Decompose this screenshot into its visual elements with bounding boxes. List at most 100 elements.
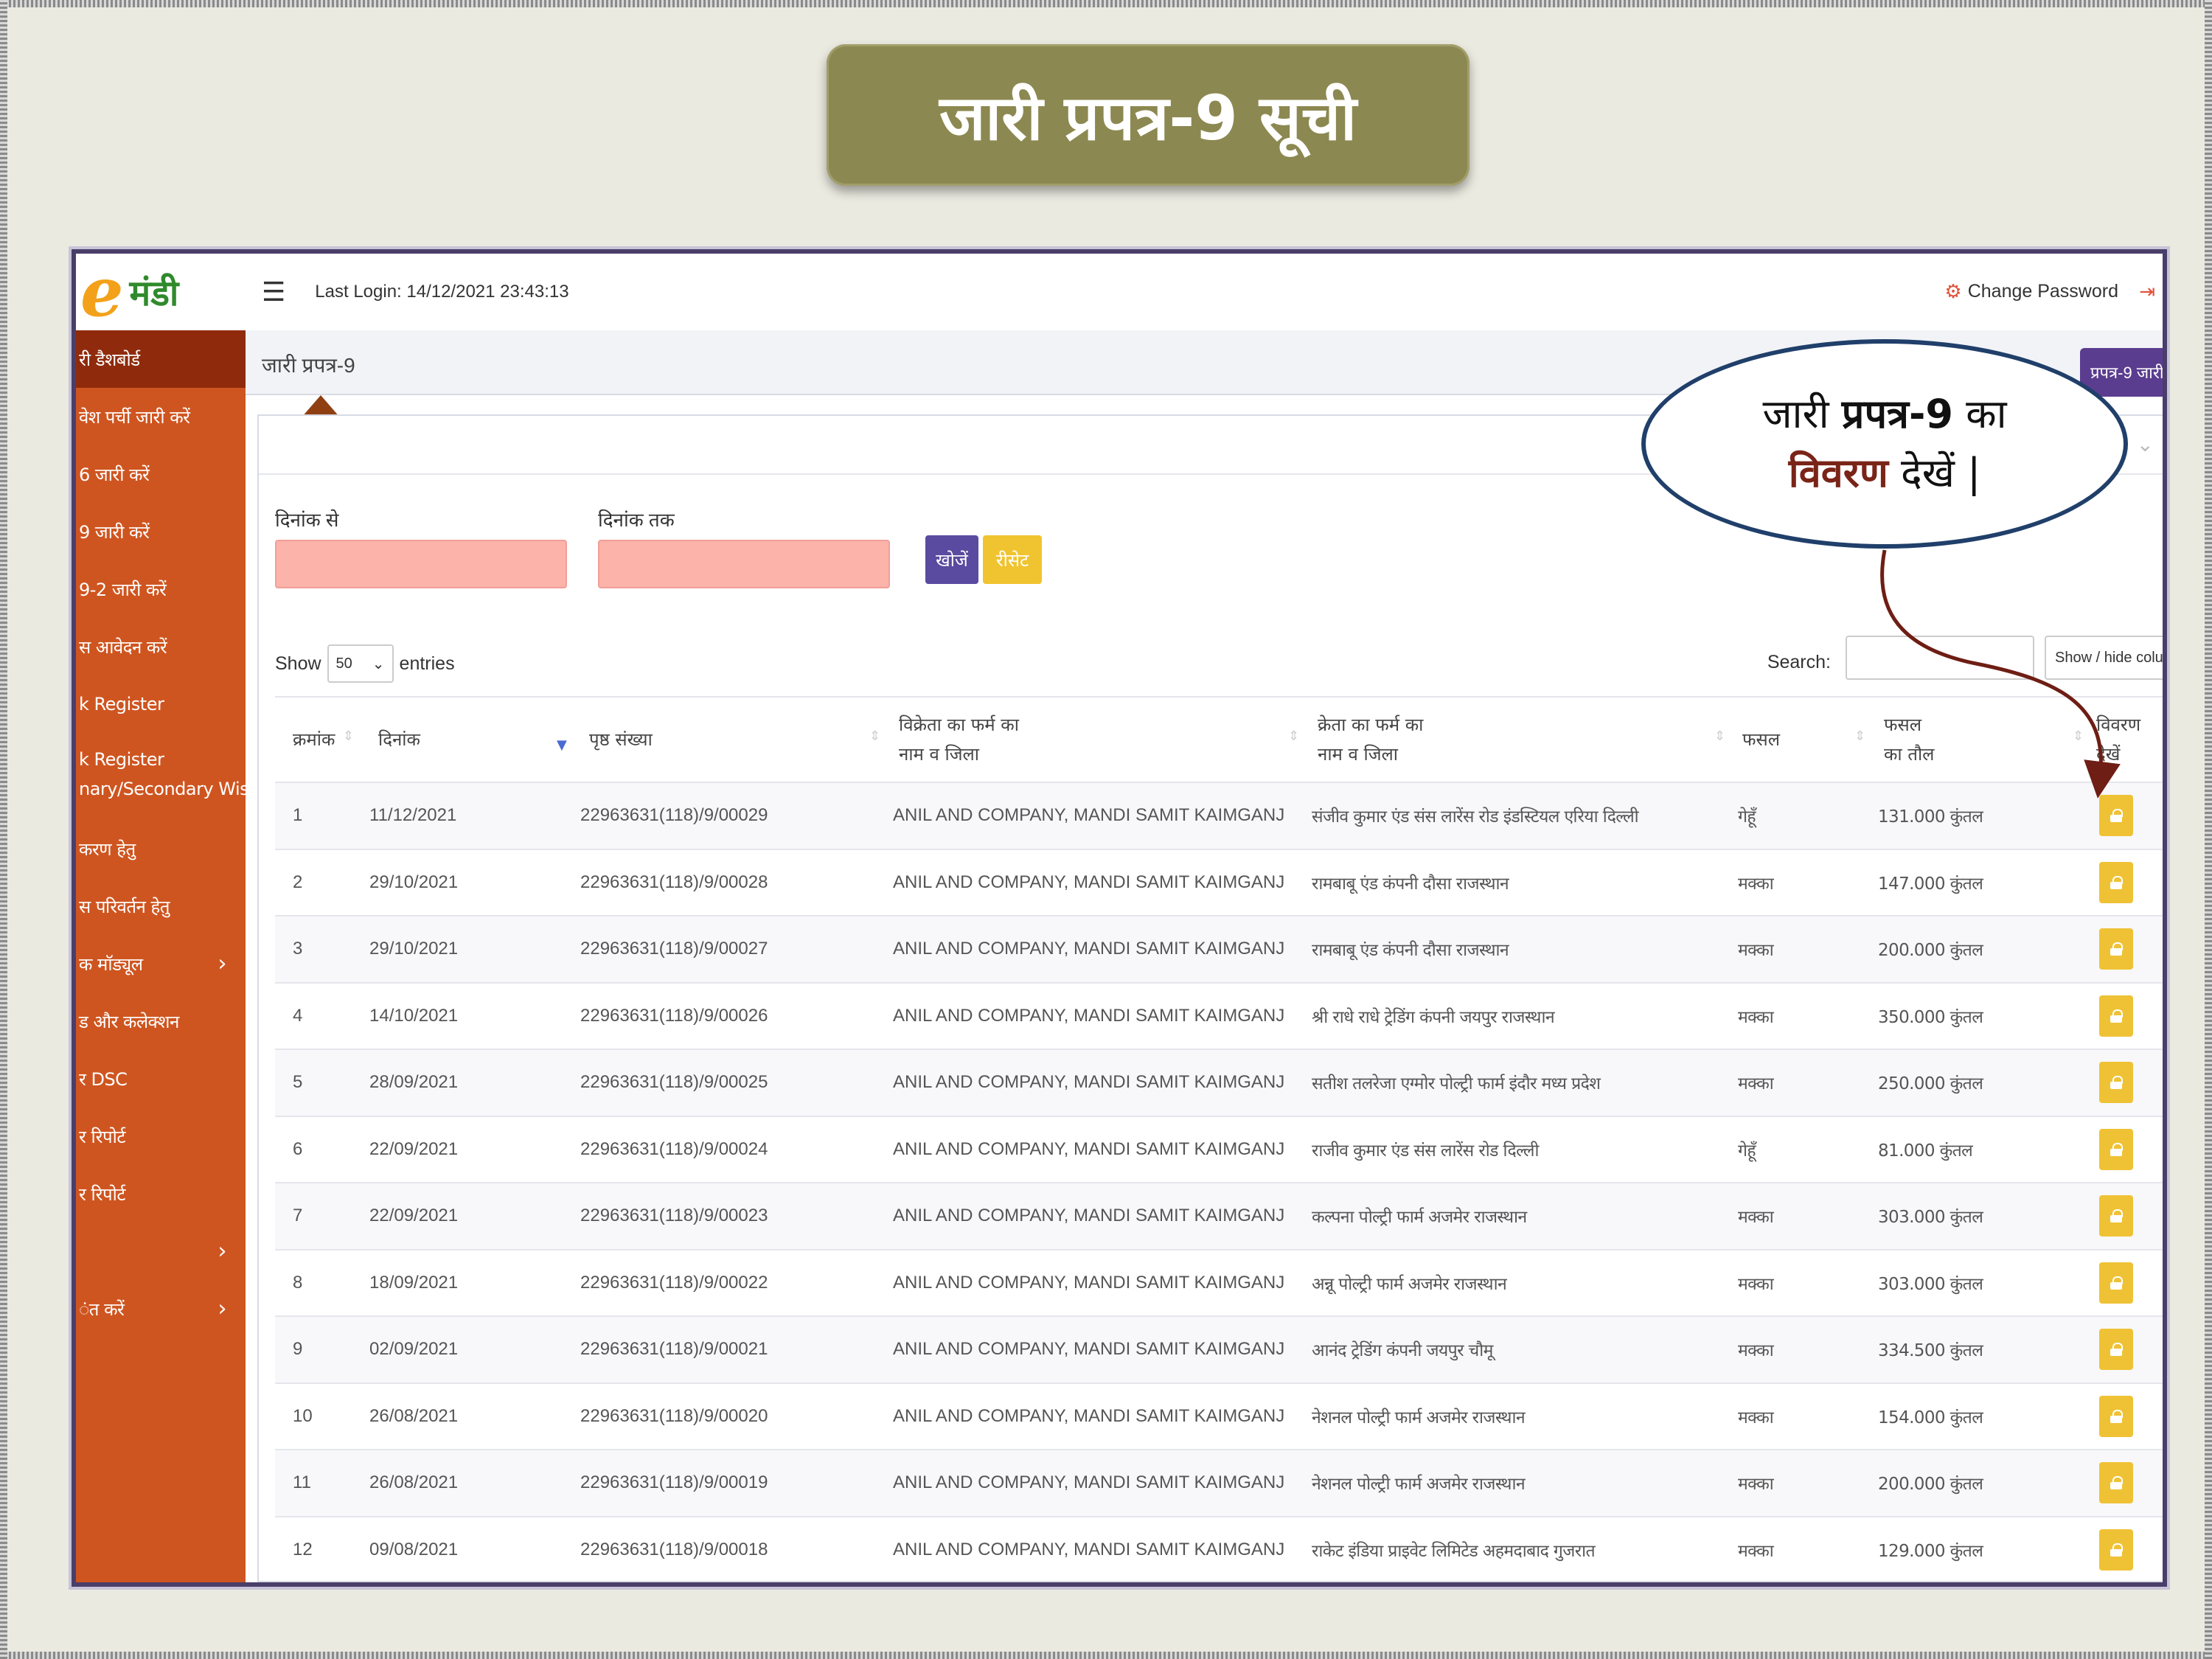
cell-page-no: 22963631(118)/9/00019 [580, 1472, 768, 1493]
view-details-button[interactable] [2099, 1195, 2133, 1237]
view-details-button[interactable] [2099, 1262, 2133, 1304]
reset-button[interactable]: रीसेट [983, 535, 1042, 584]
sidebar-item[interactable]: k Register [76, 675, 246, 733]
sidebar-item[interactable]: k Register nary/Secondary Wise) [76, 733, 266, 820]
sidebar-item-label: 9 जारी करें [79, 521, 150, 543]
sidebar-item[interactable]: ंत करें › [76, 1280, 246, 1338]
slide-title: जारी प्रपत्र-9 सूची [827, 44, 1470, 186]
sidebar-item[interactable]: स परिवर्तन हेतु [76, 877, 246, 935]
cell-seller: ANIL AND COMPANY, MANDI SAMIT KAIMGANJ [893, 1339, 1285, 1360]
cell-crop: मक्का [1738, 1074, 1774, 1094]
table-row: 5 28/09/2021 22963631(118)/9/00025 ANIL AND… [275, 1050, 2163, 1117]
view-details-button[interactable] [2099, 1528, 2133, 1571]
th-buyer[interactable]: क्रेता का फर्म का नाम व जिला [1318, 698, 1423, 782]
sidebar-item[interactable]: 9-2 जारी करें [76, 560, 246, 618]
th-view-line2: देखें [2096, 744, 2121, 765]
th-page-no[interactable]: पृष्ठ संख्या [589, 698, 653, 782]
search-input[interactable] [1846, 636, 2034, 680]
cell-serial: 8 [293, 1272, 303, 1293]
to-date-input[interactable] [598, 540, 890, 588]
cell-serial: 7 [293, 1206, 303, 1226]
cell-buyer: अन्नू पोल्ट्री फार्म अजमेर राजस्थान [1312, 1274, 1507, 1294]
sidebar-item-label: ड और कलेक्शन [79, 1011, 179, 1032]
sidebar-item[interactable]: क मॉड्यूल › [76, 935, 246, 992]
sidebar-item[interactable]: 6 जारी करें [76, 445, 246, 503]
th-weight[interactable]: फसल का तौल [1884, 698, 1934, 782]
th-weight-line2: का तौल [1884, 744, 1935, 765]
callout-bold: प्रपत्र-9 [1841, 391, 1953, 437]
logo-text: मंडी [129, 272, 179, 314]
view-details-button[interactable] [2099, 1128, 2133, 1170]
cell-date: 18/09/2021 [369, 1272, 459, 1293]
print-icon [2110, 1409, 2123, 1423]
th-seller-line1: विक्रेता का फर्म का [899, 714, 1019, 735]
th-crop[interactable]: फसल [1742, 698, 1780, 782]
slide-border-left [0, 0, 7, 1659]
cell-view [2099, 1183, 2133, 1249]
sort-icon: ⇕ [1714, 728, 1726, 744]
sidebar-item-label: वेश पर्ची जारी करें [79, 406, 190, 428]
th-serial[interactable]: क्रमांक [293, 698, 335, 782]
cell-page-no: 22963631(118)/9/00021 [580, 1339, 768, 1360]
sidebar-item[interactable]: री डैशबोर्ड [76, 330, 246, 388]
chevron-right-icon: › [218, 950, 227, 977]
view-details-button[interactable] [2099, 1395, 2133, 1437]
th-buyer-line2: नाम व जिला [1318, 744, 1399, 765]
cell-date: 26/08/2021 [369, 1472, 459, 1493]
sort-icon: ⇕ [869, 728, 881, 744]
view-details-button[interactable] [2099, 928, 2133, 970]
sidebar-item[interactable]: र रिपोर्ट [76, 1107, 246, 1165]
from-date-input[interactable] [275, 540, 567, 588]
show-hide-columns-button[interactable]: Show / hide colum [2045, 636, 2163, 680]
cell-view [2099, 850, 2133, 916]
page-size-select[interactable]: 50 ⌄ [327, 644, 394, 683]
table-row: 4 14/10/2021 22963631(118)/9/00026 ANIL AND… [275, 984, 2163, 1050]
view-details-button[interactable] [2099, 1329, 2133, 1371]
th-date[interactable]: दिनांक [378, 698, 420, 782]
to-date-label: दिनांक तक [598, 509, 675, 531]
sort-icon: ⇕ [1288, 728, 1300, 744]
change-password-link[interactable]: ⚙ Change Password [1944, 280, 2118, 303]
sidebar-item[interactable]: › [76, 1222, 246, 1280]
cell-page-no: 22963631(118)/9/00029 [580, 805, 768, 826]
sidebar-item[interactable]: वेश पर्ची जारी करें [76, 388, 246, 445]
cell-crop: मक्का [1738, 1208, 1774, 1228]
sidebar-item[interactable]: ड और कलेक्शन [76, 992, 246, 1050]
sidebar-item[interactable]: 9 जारी करें [76, 503, 246, 560]
hamburger-menu-icon[interactable]: ☰ [262, 276, 285, 307]
logout-icon[interactable]: ⇥ [2139, 280, 2155, 303]
view-details-button[interactable] [2099, 1062, 2133, 1104]
print-icon [2110, 1009, 2123, 1023]
cell-crop: मक्का [1738, 874, 1774, 894]
change-password-label: Change Password [1967, 281, 2118, 302]
cell-seller: ANIL AND COMPANY, MANDI SAMIT KAIMGANJ [893, 1072, 1285, 1093]
cell-serial: 9 [293, 1339, 303, 1360]
cell-page-no: 22963631(118)/9/00020 [580, 1405, 768, 1426]
sidebar-item[interactable]: र रिपोर्ट [76, 1165, 246, 1222]
cell-buyer: सतीश तलरेजा एग्मोर पोल्ट्री फार्म इंदौर … [1312, 1074, 1601, 1094]
cell-date: 26/08/2021 [369, 1405, 459, 1426]
app-logo[interactable]: e मंडी [76, 254, 246, 330]
cell-serial: 11 [293, 1472, 311, 1493]
form9-table: क्रमांक ⇕ दिनांक ▼ पृष्ठ संख्या ⇕ विक्रे… [275, 696, 2163, 1582]
cell-date: 22/09/2021 [369, 1138, 459, 1159]
gear-icon: ⚙ [1944, 280, 1962, 302]
view-details-button[interactable] [2099, 795, 2133, 837]
view-details-button[interactable] [2099, 1462, 2133, 1504]
sidebar-item[interactable]: करण हेतु [76, 820, 246, 877]
view-details-button[interactable] [2099, 995, 2133, 1037]
print-icon [2110, 1209, 2123, 1223]
cell-buyer: नेशनल पोल्ट्री फार्म अजमेर राजस्थान [1312, 1475, 1526, 1495]
content-panel: ⌄ दिनांक से दिनांक तक खोजें रीसेट Show 5… [257, 414, 2163, 1582]
sidebar-item[interactable]: स आवेदन करें [76, 618, 246, 675]
cell-serial: 10 [293, 1405, 313, 1426]
view-details-button[interactable] [2099, 861, 2133, 903]
search-button[interactable]: खोजें [925, 535, 978, 584]
th-view[interactable]: विवरण देखें [2096, 698, 2140, 782]
sidebar-item[interactable]: र DSC [76, 1050, 246, 1107]
cell-view [2099, 1117, 2133, 1183]
sidebar-item-label: स परिवर्तन हेतु [79, 896, 170, 917]
th-buyer-line1: क्रेता का फर्म का [1318, 714, 1424, 735]
chevron-down-icon[interactable]: ⌄ [2137, 432, 2154, 456]
th-seller[interactable]: विक्रेता का फर्म का नाम व जिला [899, 698, 1019, 782]
